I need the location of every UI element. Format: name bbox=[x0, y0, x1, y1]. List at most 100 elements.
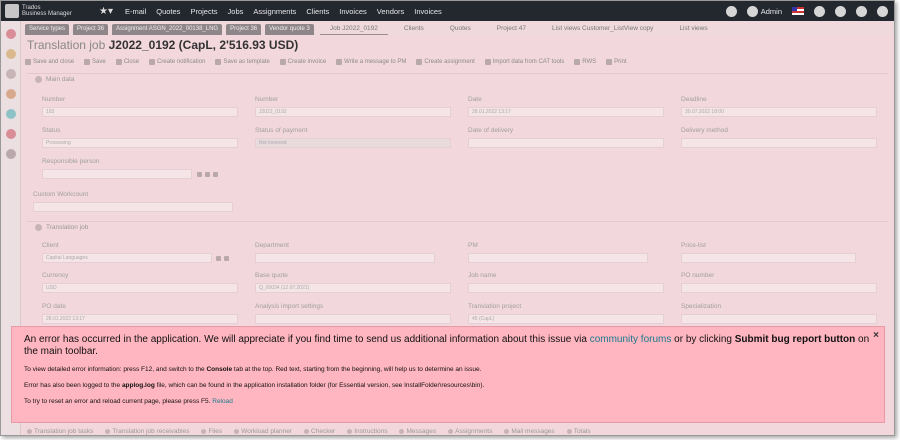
rail-folder-icon[interactable] bbox=[5, 49, 16, 59]
add-icon[interactable] bbox=[205, 172, 210, 177]
notifications-icon[interactable] bbox=[725, 5, 737, 17]
create-assignment-button[interactable]: Create assignment bbox=[416, 59, 475, 65]
tab-workload-planner[interactable]: Workload planner bbox=[234, 425, 292, 435]
instructions-icon bbox=[347, 428, 353, 434]
rail-chart-icon[interactable] bbox=[5, 69, 16, 79]
user-menu[interactable]: Admin bbox=[746, 5, 782, 17]
date-field[interactable]: 28.01.2022 13:17 bbox=[468, 107, 664, 117]
app-logo[interactable]: Trados Business Manager bbox=[1, 1, 93, 21]
nav-projects[interactable]: Projects bbox=[190, 7, 217, 16]
window-tab[interactable]: Assignment ASGN_2022_00138_LNG bbox=[112, 24, 223, 35]
rail-shield-icon[interactable] bbox=[5, 109, 16, 119]
tab-totals[interactable]: Totals bbox=[566, 425, 591, 435]
status-select[interactable]: Processing bbox=[42, 138, 238, 148]
save-icon bbox=[25, 59, 31, 65]
language-flag-icon[interactable] bbox=[792, 7, 804, 15]
bulb-icon[interactable] bbox=[835, 5, 846, 17]
transproject-select[interactable]: 45 (CapL) bbox=[468, 314, 664, 324]
ponumber-field[interactable] bbox=[681, 283, 877, 293]
close-icon[interactable]: × bbox=[873, 330, 879, 341]
page-title: Translation job J2022_0192 (CapL, 2'516.… bbox=[27, 38, 299, 52]
nav-email[interactable]: E-mail bbox=[125, 7, 146, 16]
main-data-header[interactable]: Main data bbox=[27, 74, 888, 85]
tab-job[interactable]: Job J2022_0192 bbox=[319, 23, 388, 35]
delivery-date-field[interactable] bbox=[468, 138, 664, 148]
search-icon[interactable] bbox=[197, 172, 202, 177]
tab-assignments[interactable]: Assignments bbox=[448, 425, 492, 435]
number2-field[interactable]: J2022_0192 bbox=[255, 107, 451, 117]
window-tab[interactable]: Service types bbox=[25, 24, 70, 35]
basequote-select[interactable]: Q_00034 (12.07.2021) bbox=[255, 283, 451, 293]
pricelist-label: Price-list bbox=[681, 242, 706, 249]
client-select[interactable]: Capital Languages bbox=[42, 253, 212, 263]
tab-clients[interactable]: Clients bbox=[394, 23, 434, 35]
rail-pie-icon[interactable] bbox=[5, 29, 16, 39]
theme-sun-icon[interactable] bbox=[814, 5, 825, 17]
planner-icon bbox=[234, 428, 240, 434]
payment-label: Status of payment bbox=[255, 127, 308, 134]
save-and-close-button[interactable]: Save and close bbox=[25, 59, 74, 65]
community-forums-link[interactable]: community forums bbox=[590, 334, 672, 345]
tab-list-views-copy[interactable]: List views Customer_ListView copy bbox=[542, 23, 663, 35]
checker-icon bbox=[304, 428, 310, 434]
create-notification-button[interactable]: Create notification bbox=[149, 59, 205, 65]
tab-mail-messages[interactable]: Mail messages bbox=[504, 425, 555, 435]
transproject-label: Translation project bbox=[468, 303, 522, 310]
tab-files[interactable]: Files bbox=[201, 425, 222, 435]
analysis-select[interactable] bbox=[255, 314, 451, 324]
window-tab[interactable]: Project 36 bbox=[73, 24, 109, 35]
nav-jobs[interactable]: Jobs bbox=[228, 7, 244, 16]
currency-select[interactable]: USD bbox=[42, 283, 238, 293]
tab-messages[interactable]: Messages bbox=[399, 425, 436, 435]
save-as-template-button[interactable]: Save as template bbox=[215, 59, 270, 65]
responsible-select[interactable] bbox=[42, 169, 192, 179]
tab-translation-job-tasks[interactable]: Translation job tasks bbox=[27, 425, 93, 435]
print-button[interactable]: Print bbox=[606, 59, 626, 65]
import-cat-button[interactable]: Import data from CAT tools bbox=[484, 59, 564, 65]
pricelist-select[interactable] bbox=[681, 253, 856, 263]
collapse-icon bbox=[35, 224, 42, 231]
department-select[interactable] bbox=[255, 253, 435, 263]
write-message-button[interactable]: Write a message to PM bbox=[336, 59, 406, 65]
reload-link[interactable]: Reload bbox=[212, 398, 233, 405]
logo-icon bbox=[5, 4, 19, 18]
number-field[interactable]: 193 bbox=[42, 107, 238, 117]
specialization-label: Specialization bbox=[681, 303, 722, 310]
tab-receivables[interactable]: Translation job receivables bbox=[105, 425, 189, 435]
custom-workcount-select[interactable] bbox=[33, 202, 233, 212]
edit-icon[interactable] bbox=[213, 172, 218, 177]
tab-list-views[interactable]: List views bbox=[669, 23, 717, 35]
tab-project-47[interactable]: Project 47 bbox=[487, 23, 536, 35]
tab-instructions[interactable]: Instructions bbox=[347, 425, 387, 435]
rail-document-icon[interactable] bbox=[5, 89, 16, 99]
tab-checker[interactable]: Checker bbox=[304, 425, 335, 435]
nav-invoices[interactable]: Invoices bbox=[339, 7, 367, 16]
nav-clients[interactable]: Clients bbox=[306, 7, 329, 16]
add-icon[interactable] bbox=[216, 256, 221, 261]
nav-vendors[interactable]: Vendors bbox=[377, 7, 405, 16]
help-icon[interactable] bbox=[877, 5, 888, 17]
rail-clock-icon[interactable] bbox=[5, 129, 16, 139]
tools-icon[interactable] bbox=[856, 5, 867, 17]
rws-button[interactable]: RWS bbox=[574, 59, 596, 65]
edit-icon[interactable] bbox=[224, 256, 229, 261]
nav-assignments[interactable]: Assignments bbox=[253, 7, 296, 16]
specialization-select[interactable] bbox=[681, 314, 877, 324]
pm-select[interactable] bbox=[468, 253, 648, 263]
save-button[interactable]: Save bbox=[84, 59, 106, 65]
delivery-method-select[interactable] bbox=[681, 138, 877, 148]
jobname-field[interactable] bbox=[468, 283, 664, 293]
window-tab[interactable]: Project 36 bbox=[226, 24, 262, 35]
nav-invoices-vendor[interactable]: Invoices bbox=[414, 7, 442, 16]
tab-quotes[interactable]: Quotes bbox=[440, 23, 481, 35]
rail-gear-icon[interactable] bbox=[5, 149, 16, 159]
close-button[interactable]: Close bbox=[115, 59, 139, 65]
create-invoice-button[interactable]: Create invoice bbox=[279, 59, 326, 65]
receivables-icon bbox=[105, 428, 111, 434]
window-tab[interactable]: Vendor quote 3 bbox=[265, 24, 314, 35]
podate-field[interactable]: 28.01.2022 13:17 bbox=[42, 314, 238, 324]
nav-quotes[interactable]: Quotes bbox=[156, 7, 180, 16]
favorites-star-icon[interactable]: ★▾ bbox=[99, 6, 113, 17]
deadline-field[interactable]: 30.07.2022 18:00 bbox=[681, 107, 877, 117]
translation-job-header[interactable]: Translation job bbox=[27, 222, 888, 233]
